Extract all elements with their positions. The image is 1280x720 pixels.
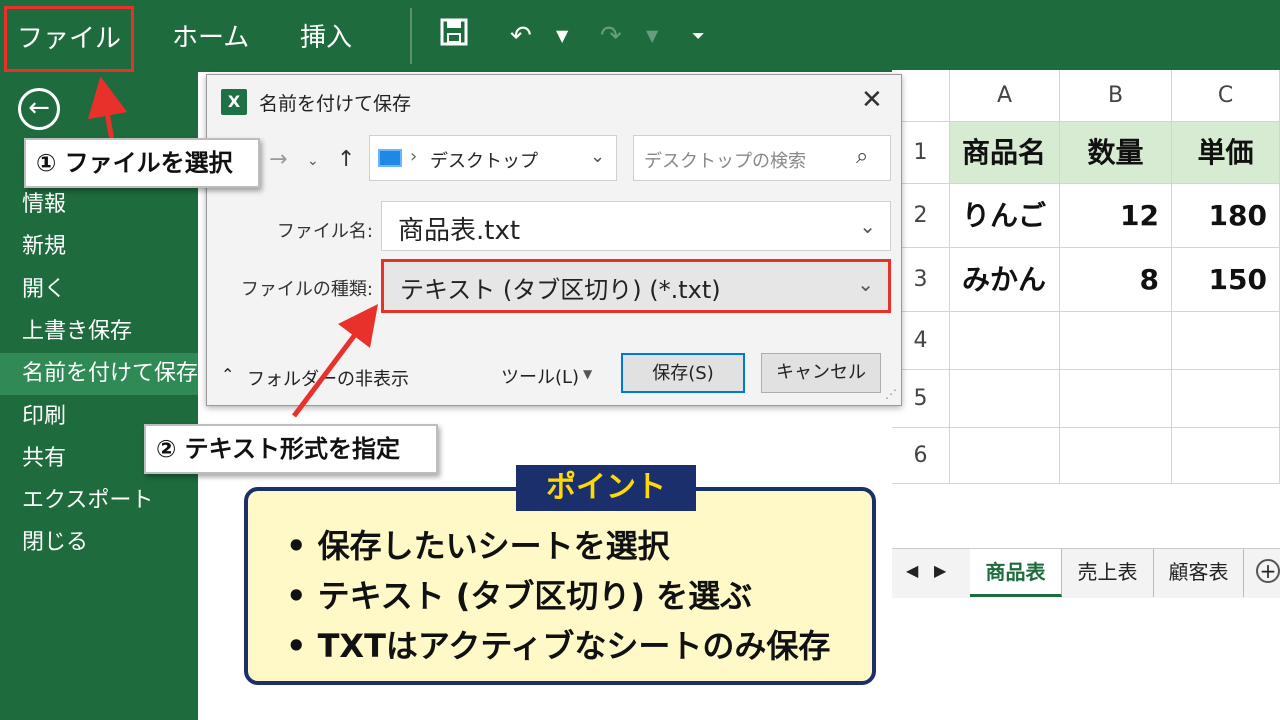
tab-home[interactable]: ホーム bbox=[172, 18, 249, 58]
undo-dropdown-icon[interactable]: ▼ bbox=[556, 18, 568, 54]
sheet-tab-bar: ◀ ▶ 商品表 売上表 顧客表 + bbox=[892, 548, 1280, 598]
menu-export[interactable]: エクスポート bbox=[0, 480, 198, 522]
location-text: デスクトップ bbox=[430, 151, 538, 172]
dialog-title: 名前を付けて保存 bbox=[259, 93, 412, 115]
spreadsheet-grid: A B C 1 2 3 4 5 6 商品名 数量 単価 りんご 12 180 み… bbox=[892, 70, 1280, 600]
filename-field[interactable]: 商品表.txt ⌄ bbox=[381, 201, 891, 251]
search-placeholder: デスクトップの検索 bbox=[644, 151, 806, 172]
sheet-tab-sales[interactable]: 売上表 bbox=[1062, 549, 1154, 597]
point-label: ポイント bbox=[516, 465, 696, 511]
filetype-dropdown-icon[interactable]: ⌄ bbox=[857, 272, 874, 296]
cell-a5[interactable] bbox=[950, 370, 1060, 428]
menu-save-as[interactable]: 名前を付けて保存 bbox=[0, 353, 198, 395]
column-header-c[interactable]: C bbox=[1172, 70, 1280, 122]
tools-menu[interactable]: ツール(L) bbox=[501, 363, 579, 389]
save-button[interactable]: 保存(S) bbox=[621, 353, 745, 393]
filename-dropdown-icon[interactable]: ⌄ bbox=[859, 214, 876, 238]
breadcrumb-chevron-icon: › bbox=[410, 146, 418, 167]
point-box: ポイント • 保存したいシートを選択 • テキスト (タブ区切り) を選ぶ • … bbox=[244, 465, 876, 685]
chevron-up-icon[interactable]: ⌃ bbox=[221, 365, 234, 384]
menu-save[interactable]: 上書き保存 bbox=[0, 311, 198, 353]
callout-step2: ② テキスト形式を指定 bbox=[144, 424, 438, 474]
tab-insert[interactable]: 挿入 bbox=[300, 18, 352, 58]
cell-a2[interactable]: りんご bbox=[950, 184, 1060, 248]
column-header-a[interactable]: A bbox=[950, 70, 1060, 122]
cell-b3[interactable]: 8 bbox=[1060, 248, 1172, 312]
sheet-tab-products[interactable]: 商品表 bbox=[970, 549, 1062, 597]
cell-a6[interactable] bbox=[950, 428, 1060, 484]
cell-c5[interactable] bbox=[1172, 370, 1280, 428]
point-line-3: • TXTはアクティブなシートのみ保存 bbox=[286, 627, 831, 665]
cell-b5[interactable] bbox=[1060, 370, 1172, 428]
filetype-label: ファイルの種類: bbox=[240, 279, 373, 300]
search-input[interactable]: デスクトップの検索 ⌕ bbox=[633, 135, 891, 181]
customize-toolbar-icon[interactable]: ⏷ bbox=[692, 18, 705, 54]
callout-step1: ① ファイルを選択 bbox=[24, 138, 260, 188]
sheet-scroll-left-icon[interactable]: ◀ bbox=[906, 561, 918, 580]
point-line-1: • 保存したいシートを選択 bbox=[286, 527, 670, 565]
row-header-6[interactable]: 6 bbox=[892, 428, 950, 484]
redo-icon[interactable]: ↷ bbox=[600, 18, 622, 54]
ribbon: ファイル ホーム 挿入 ↶ ▼ ↷ ▼ ⏷ bbox=[0, 0, 1280, 72]
cell-b6[interactable] bbox=[1060, 428, 1172, 484]
filetype-value: テキスト (タブ区切り) (*.txt) bbox=[400, 276, 721, 304]
resize-grip-icon[interactable]: ⋰ bbox=[885, 387, 897, 401]
up-arrow-icon[interactable]: ↑ bbox=[337, 147, 355, 172]
cell-c1[interactable]: 単価 bbox=[1172, 122, 1280, 184]
cell-b2[interactable]: 12 bbox=[1060, 184, 1172, 248]
cell-a4[interactable] bbox=[950, 312, 1060, 370]
filename-label: ファイル名: bbox=[276, 221, 373, 242]
hide-folders-toggle[interactable]: フォルダーの非表示 bbox=[247, 365, 409, 391]
menu-info[interactable]: 情報 bbox=[0, 184, 198, 226]
cell-c3[interactable]: 150 bbox=[1172, 248, 1280, 312]
redo-dropdown-icon[interactable]: ▼ bbox=[646, 18, 658, 54]
address-dropdown-icon[interactable]: ⌄ bbox=[590, 146, 605, 167]
cancel-button[interactable]: キャンセル bbox=[761, 353, 881, 393]
search-icon[interactable]: ⌕ bbox=[856, 144, 868, 169]
menu-new[interactable]: 新規 bbox=[0, 226, 198, 268]
forward-arrow-icon[interactable]: → bbox=[269, 147, 287, 172]
column-header-b[interactable]: B bbox=[1060, 70, 1172, 122]
ribbon-separator bbox=[410, 8, 412, 64]
cell-b4[interactable] bbox=[1060, 312, 1172, 370]
close-icon[interactable]: ✕ bbox=[861, 85, 883, 115]
excel-icon: X bbox=[221, 89, 247, 115]
desktop-icon bbox=[378, 149, 402, 167]
menu-close[interactable]: 閉じる bbox=[0, 522, 198, 564]
cell-c2[interactable]: 180 bbox=[1172, 184, 1280, 248]
cell-a1[interactable]: 商品名 bbox=[950, 122, 1060, 184]
menu-open[interactable]: 開く bbox=[0, 269, 198, 311]
address-bar[interactable]: › デスクトップ ⌄ bbox=[369, 135, 617, 181]
back-arrow-icon[interactable]: ← bbox=[18, 88, 60, 130]
save-icon[interactable] bbox=[440, 18, 468, 56]
cell-a3[interactable]: みかん bbox=[950, 248, 1060, 312]
recent-dropdown-icon[interactable]: ⌄ bbox=[307, 153, 319, 169]
undo-icon[interactable]: ↶ bbox=[510, 18, 532, 54]
sheet-scroll-right-icon[interactable]: ▶ bbox=[934, 561, 946, 580]
filename-value: 商品表.txt bbox=[398, 216, 521, 246]
tab-file[interactable]: ファイル bbox=[4, 6, 134, 72]
cell-b1[interactable]: 数量 bbox=[1060, 122, 1172, 184]
cell-c4[interactable] bbox=[1172, 312, 1280, 370]
tools-dropdown-icon[interactable]: ▼ bbox=[583, 367, 592, 381]
add-sheet-icon[interactable]: + bbox=[1256, 559, 1280, 583]
cell-c6[interactable] bbox=[1172, 428, 1280, 484]
sheet-tab-customers[interactable]: 顧客表 bbox=[1154, 549, 1244, 597]
filetype-select[interactable]: テキスト (タブ区切り) (*.txt) ⌄ bbox=[381, 259, 891, 313]
point-line-2: • テキスト (タブ区切り) を選ぶ bbox=[286, 577, 753, 615]
save-as-dialog: X 名前を付けて保存 ✕ → ⌄ ↑ › デスクトップ ⌄ デスクトップの検索 … bbox=[206, 74, 902, 406]
